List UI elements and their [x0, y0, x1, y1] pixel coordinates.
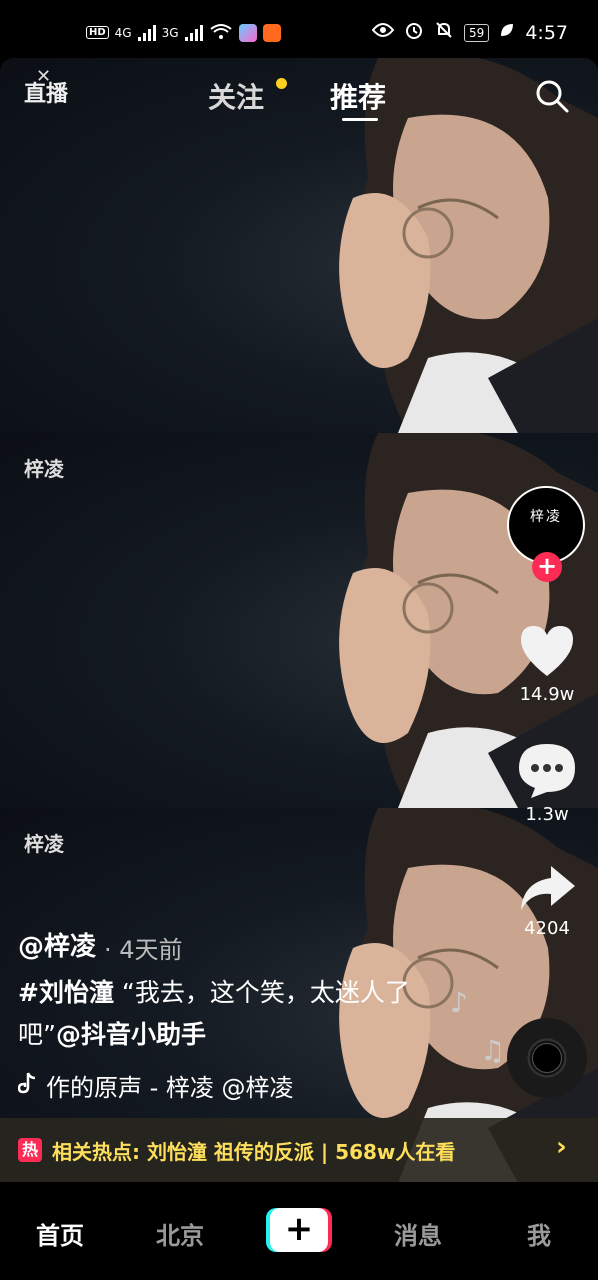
- video-watermark: 梓凌: [24, 457, 64, 481]
- video-watermark: 梓凌: [24, 832, 64, 856]
- comment-button[interactable]: 1.3w: [512, 742, 582, 825]
- nav-home[interactable]: 首页: [36, 1216, 84, 1251]
- wifi-icon: [209, 22, 233, 43]
- share-button[interactable]: 4204: [512, 862, 582, 939]
- create-post-button[interactable]: +: [266, 1208, 332, 1252]
- music-info[interactable]: 作的原声 - 梓凌 @梓凌: [18, 1068, 318, 1103]
- video-app-notification-icon: [262, 23, 281, 42]
- heart-icon: [521, 626, 573, 676]
- share-arrow-icon: [521, 866, 575, 910]
- eye-icon: [371, 22, 395, 43]
- tab-recommend[interactable]: 推荐: [330, 76, 386, 116]
- music-note-icon-2: ♫: [480, 1034, 506, 1067]
- signal-icon-2: [184, 24, 203, 41]
- post-time: · 4天前: [104, 936, 183, 964]
- comment-count: 1.3w: [525, 804, 569, 825]
- music-note-icon: ♪: [450, 986, 468, 1019]
- clock: 4:57: [525, 21, 568, 44]
- follow-button[interactable]: +: [532, 552, 562, 582]
- nav-me[interactable]: 我: [527, 1216, 551, 1251]
- hot-topic-text: 相关热点: 刘怡潼 祖传的反派 | 568w人在看: [52, 1140, 456, 1164]
- music-disc[interactable]: [507, 1018, 587, 1098]
- nav-messages[interactable]: 消息: [394, 1216, 442, 1251]
- live-button[interactable]: 直播: [24, 76, 68, 108]
- like-count: 14.9w: [519, 684, 575, 705]
- status-left: HD 4G 3G: [86, 22, 281, 43]
- hot-topic-bar[interactable]: 热 相关热点: 刘怡潼 祖传的反派 | 568w人在看 ›: [0, 1118, 598, 1182]
- share-count: 4204: [524, 918, 570, 939]
- author-handle[interactable]: @梓凌: [18, 926, 96, 963]
- music-disc-cover: [532, 1043, 562, 1073]
- battery-indicator: 59: [464, 23, 490, 42]
- nav-city[interactable]: 北京: [156, 1216, 204, 1251]
- avatar-text: 梓凌: [530, 509, 562, 525]
- bottom-nav: 首页 北京 + 消息 我: [0, 1182, 598, 1280]
- app-notification-icon: [238, 23, 257, 42]
- chevron-right-icon: ›: [556, 1132, 567, 1162]
- status-right: 59 4:57: [371, 20, 568, 45]
- search-icon[interactable]: [534, 78, 570, 114]
- plus-icon: +: [270, 1208, 328, 1252]
- hashtag-link[interactable]: #刘怡潼: [18, 978, 114, 1007]
- hd-icon: HD: [86, 26, 109, 39]
- tab-following[interactable]: 关注: [208, 76, 264, 116]
- mention-link[interactable]: @抖音小助手: [56, 1020, 206, 1049]
- like-button[interactable]: 14.9w: [512, 624, 582, 705]
- leaf-icon: [499, 22, 515, 43]
- status-bar: HD 4G 3G 59 4:57: [0, 0, 598, 62]
- video-frame-middle: 梓凌: [0, 433, 598, 808]
- new-content-dot: [276, 78, 287, 89]
- top-nav: ✕ 直播 关注 推荐: [0, 62, 598, 132]
- network-4g-label: 4G: [114, 25, 132, 40]
- video-description: #刘怡潼 “我去，这个笑，太迷人了吧”@抖音小助手: [18, 972, 438, 1056]
- tiktok-note-icon: [18, 1071, 36, 1100]
- mute-bell-icon: [434, 20, 454, 45]
- music-title: 作的原声 - 梓凌 @梓凌: [46, 1074, 294, 1102]
- alarm-icon: [404, 20, 424, 45]
- network-3g-label: 3G: [161, 25, 179, 40]
- comment-icon: [519, 744, 575, 798]
- active-tab-indicator: [342, 118, 378, 121]
- signal-icon: [137, 24, 156, 41]
- hot-badge: 热: [18, 1138, 42, 1162]
